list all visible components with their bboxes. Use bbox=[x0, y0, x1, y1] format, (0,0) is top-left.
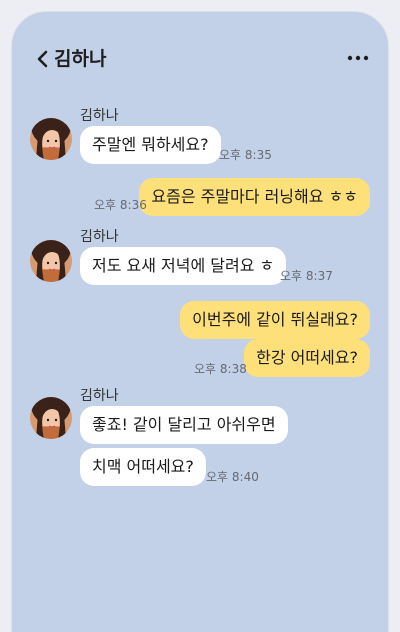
message-time: 오후 8:36 bbox=[94, 198, 147, 212]
avatar[interactable] bbox=[30, 397, 72, 439]
chevron-left-icon[interactable] bbox=[32, 48, 54, 70]
message-bubble: 치맥 어떠세요? bbox=[80, 448, 206, 486]
avatar[interactable] bbox=[30, 118, 72, 160]
sender-name: 김하나 bbox=[80, 229, 119, 245]
message-bubble: 한강 어떠세요? bbox=[244, 339, 370, 377]
avatar[interactable] bbox=[30, 240, 72, 282]
message-time: 오후 8:37 bbox=[280, 269, 333, 283]
message-time: 오후 8:40 bbox=[206, 470, 259, 484]
sender-name: 김하나 bbox=[80, 388, 119, 404]
message-time: 오후 8:35 bbox=[219, 148, 272, 162]
message-bubble: 이번주에 같이 뛰실래요? bbox=[180, 301, 370, 339]
message-bubble: 요즘은 주말마다 러닝해요 ㅎㅎ bbox=[139, 178, 370, 216]
message-bubble: 주말엔 뭐하세요? bbox=[80, 126, 221, 164]
message-time: 오후 8:38 bbox=[194, 362, 247, 376]
message-bubble: 좋죠! 같이 달리고 아쉬우면 bbox=[80, 406, 288, 444]
chat-screen: 김하나 김하나 주말엔 뭐하세요? 오후 8:35 요즘은 주말마다 러닝해요 … bbox=[12, 12, 388, 632]
chat-title: 김하나 bbox=[54, 48, 107, 70]
message-bubble: 저도 요새 저녁에 달려요 ㅎ bbox=[80, 247, 287, 285]
more-horizontal-icon[interactable] bbox=[346, 48, 370, 68]
sender-name: 김하나 bbox=[80, 108, 119, 124]
chat-header: 김하나 bbox=[12, 12, 388, 100]
